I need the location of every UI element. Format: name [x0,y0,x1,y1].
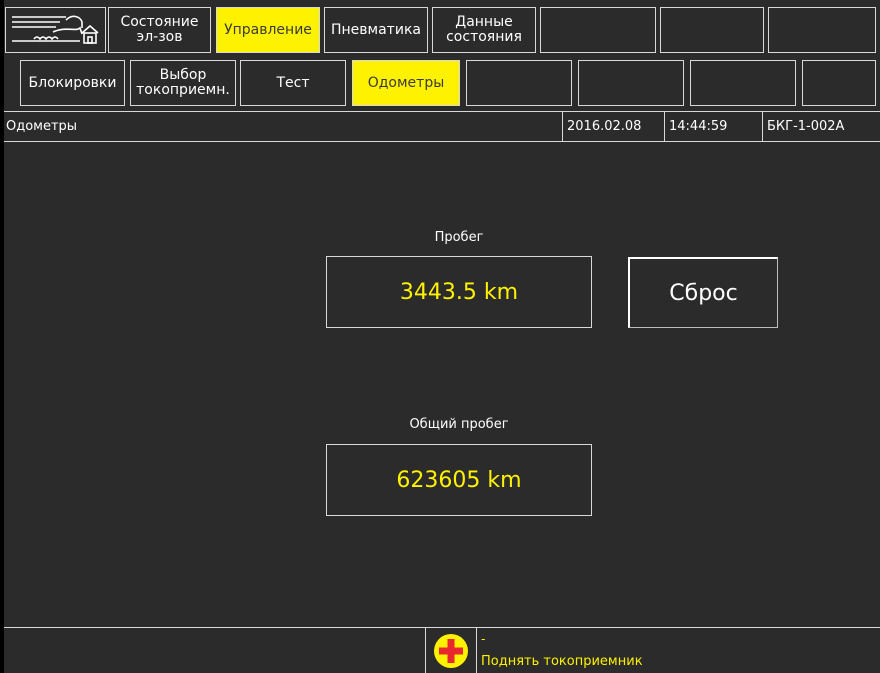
tab-label: эл-зов [136,29,183,45]
train-home-icon [12,15,99,44]
subtab-empty[interactable] [802,60,876,106]
subtab-interlocks[interactable]: Блокировки [20,60,125,106]
tab-label: Данные [455,14,513,30]
home-button[interactable] [5,7,106,53]
tab-label: Состояние [120,14,199,30]
status-date: 2016.02.08 [562,112,664,141]
message-icon-cell [425,628,477,673]
tab-pneumatics[interactable]: Пневматика [324,7,428,53]
subtab-odometers[interactable]: Одометры [352,60,460,106]
tab-elements-state[interactable]: Состояние эл-зов [108,7,211,53]
tab-empty[interactable] [540,7,656,53]
message-dash: - [481,632,486,646]
subtab-label: Одометры [367,74,445,91]
screen: Состояние эл-зов Управление Пневматика Да… [0,0,880,673]
tab-state-data[interactable]: Данные состояния [432,7,536,53]
message-text: Поднять токоприемник [481,654,643,669]
subtab-label: токоприемн. [136,82,230,98]
tab-label: Пневматика [331,21,421,38]
subtab-empty[interactable] [466,60,572,106]
subtab-test[interactable]: Тест [240,60,346,106]
trip-label: Пробег [434,230,484,245]
subtab-pantograph-select[interactable]: Выбор токоприемн. [130,60,236,106]
reset-button[interactable]: Сброс [628,257,778,328]
total-label: Общий пробег [409,417,509,432]
tab-empty[interactable] [660,7,764,53]
tab-label: Управление [224,21,312,38]
tab-empty[interactable] [768,7,876,53]
subtab-label: Блокировки [28,74,117,91]
tab-label: состояния [446,29,522,45]
tab-control[interactable]: Управление [216,7,320,53]
status-bar: Одометры 2016.02.08 14:44:59 БКГ-1-002А [4,111,880,142]
message-bar: - Поднять токоприемник [4,627,880,673]
page-title: Одометры [6,119,78,134]
subtab-label: Тест [276,74,310,91]
status-unit-id: БКГ-1-002А [762,112,880,141]
subtab-empty[interactable] [578,60,684,106]
status-time: 14:44:59 [664,112,762,141]
subtab-empty[interactable] [690,60,796,106]
subtab-label: Выбор [159,67,207,83]
total-value: 623605 km [326,444,592,516]
trip-value: 3443.5 km [326,256,592,328]
red-cross-icon [434,633,468,668]
